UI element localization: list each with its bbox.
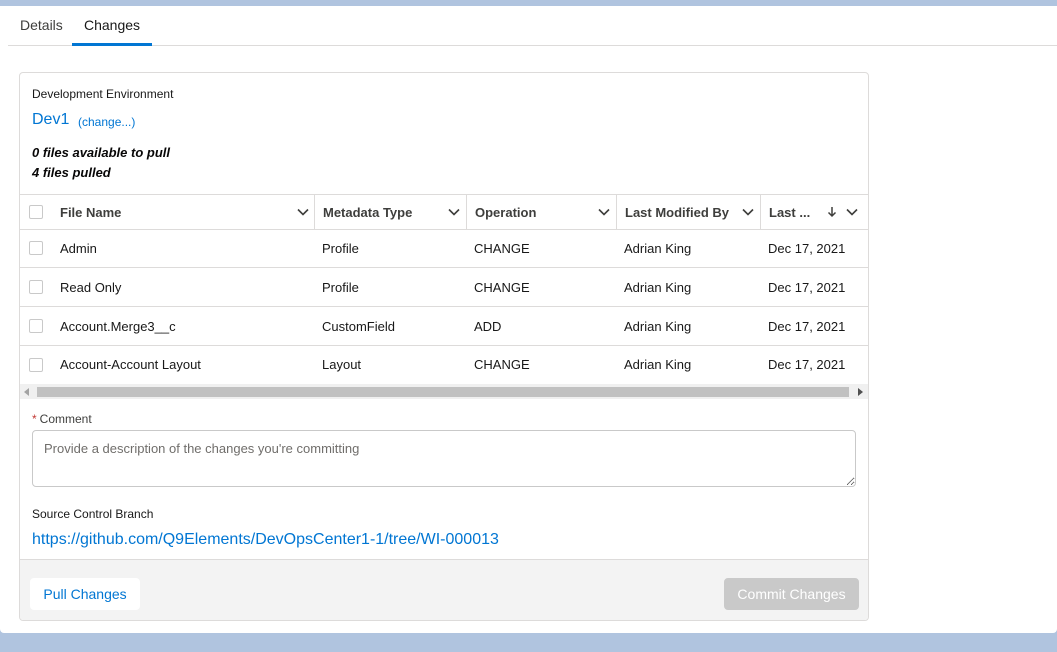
chevron-down-icon[interactable] bbox=[296, 205, 310, 219]
modified-by-cell: Adrian King bbox=[624, 240, 692, 256]
file-name-cell: Account-Account Layout bbox=[60, 357, 201, 372]
files-pulled-text: 4 files pulled bbox=[32, 165, 111, 180]
column-header-last-modified-by[interactable]: Last Modified By bbox=[616, 195, 760, 229]
commit-changes-button[interactable]: Commit Changes bbox=[724, 578, 859, 610]
operation-cell: CHANGE bbox=[474, 357, 530, 372]
scrollbar-thumb[interactable] bbox=[37, 387, 849, 397]
row-checkbox[interactable] bbox=[29, 357, 43, 372]
files-available-text: 0 files available to pull bbox=[32, 145, 170, 160]
required-marker: * bbox=[32, 412, 37, 426]
modified-by-cell: Adrian King bbox=[624, 357, 692, 372]
modified-date-cell: Dec 17, 2021 bbox=[768, 279, 846, 295]
row-checkbox[interactable] bbox=[29, 280, 43, 294]
file-name-cell: Read Only bbox=[60, 279, 122, 295]
operation-cell: CHANGE bbox=[474, 279, 530, 295]
modified-by-cell: Adrian King bbox=[624, 279, 692, 295]
tab-details[interactable]: Details bbox=[8, 6, 75, 45]
source-branch-link[interactable]: https://github.com/Q9Elements/DevOpsCent… bbox=[32, 531, 499, 549]
chevron-down-icon[interactable] bbox=[447, 205, 461, 219]
row-select-cell bbox=[20, 346, 52, 383]
column-header-operation[interactable]: Operation bbox=[466, 195, 616, 229]
row-select-cell bbox=[20, 229, 52, 267]
table-row: Account-Account Layout Layout CHANGE Adr… bbox=[20, 346, 868, 383]
row-select-cell bbox=[20, 268, 52, 306]
comment-label: * Comment bbox=[32, 412, 92, 426]
select-all-checkbox[interactable] bbox=[29, 205, 43, 219]
record-panel: Details Changes Development Environment … bbox=[0, 6, 1057, 633]
table-header-row: File Name Metadata Type Operation Last M… bbox=[20, 194, 868, 230]
column-label: Operation bbox=[475, 204, 537, 220]
file-name-cell: Admin bbox=[60, 240, 97, 256]
chevron-down-icon[interactable] bbox=[845, 205, 859, 219]
file-name-cell: Account.Merge3__c bbox=[60, 318, 176, 334]
table-row: Account.Merge3__c CustomField ADD Adrian… bbox=[20, 307, 868, 346]
modified-by-cell: Adrian King bbox=[624, 318, 692, 334]
changes-card: Development Environment Dev1 (change...)… bbox=[19, 72, 869, 621]
metadata-type-cell: Layout bbox=[322, 357, 362, 372]
pull-changes-button[interactable]: Pull Changes bbox=[30, 578, 140, 610]
table-row: Read Only Profile CHANGE Adrian King Dec… bbox=[20, 268, 868, 307]
column-label: Metadata Type bbox=[323, 204, 413, 220]
changes-table: File Name Metadata Type Operation Last M… bbox=[20, 194, 868, 405]
chevron-down-icon[interactable] bbox=[741, 205, 755, 219]
select-all-cell bbox=[20, 195, 52, 229]
card-footer: Pull Changes Commit Changes bbox=[20, 559, 868, 620]
column-header-last-modified-date[interactable]: Last ... bbox=[760, 195, 868, 229]
column-label: Last Modified By bbox=[625, 204, 730, 220]
chevron-down-icon[interactable] bbox=[597, 205, 611, 219]
row-checkbox[interactable] bbox=[29, 319, 43, 333]
tab-bar: Details Changes bbox=[8, 6, 1057, 46]
metadata-type-cell: CustomField bbox=[322, 318, 395, 334]
scroll-right-arrow-icon[interactable] bbox=[857, 388, 863, 396]
operation-cell: CHANGE bbox=[474, 240, 530, 256]
environment-value: Dev1 bbox=[32, 111, 70, 128]
metadata-type-cell: Profile bbox=[322, 240, 359, 256]
metadata-type-cell: Profile bbox=[322, 279, 359, 295]
modified-date-cell: Dec 17, 2021 bbox=[768, 240, 846, 256]
sort-descending-icon[interactable] bbox=[825, 205, 839, 219]
column-label: Last ... bbox=[769, 204, 811, 220]
source-branch-label: Source Control Branch bbox=[32, 507, 154, 521]
row-checkbox[interactable] bbox=[29, 241, 43, 255]
column-header-metadata-type[interactable]: Metadata Type bbox=[314, 195, 466, 229]
comment-label-text: Comment bbox=[39, 412, 92, 426]
operation-cell: ADD bbox=[474, 318, 502, 334]
row-select-cell bbox=[20, 307, 52, 345]
modified-date-cell: Dec 17, 2021 bbox=[768, 357, 846, 372]
comment-textarea[interactable] bbox=[32, 430, 856, 487]
horizontal-scrollbar[interactable] bbox=[20, 384, 868, 399]
tab-changes[interactable]: Changes bbox=[72, 6, 153, 46]
scroll-left-arrow-icon[interactable] bbox=[24, 388, 30, 396]
column-header-file-name[interactable]: File Name bbox=[52, 195, 314, 229]
column-label: File Name bbox=[60, 204, 122, 220]
change-environment-link[interactable]: (change...) bbox=[78, 115, 135, 129]
modified-date-cell: Dec 17, 2021 bbox=[768, 318, 846, 334]
table-row: Admin Profile CHANGE Adrian King Dec 17,… bbox=[20, 229, 868, 268]
environment-label: Development Environment bbox=[32, 87, 174, 101]
